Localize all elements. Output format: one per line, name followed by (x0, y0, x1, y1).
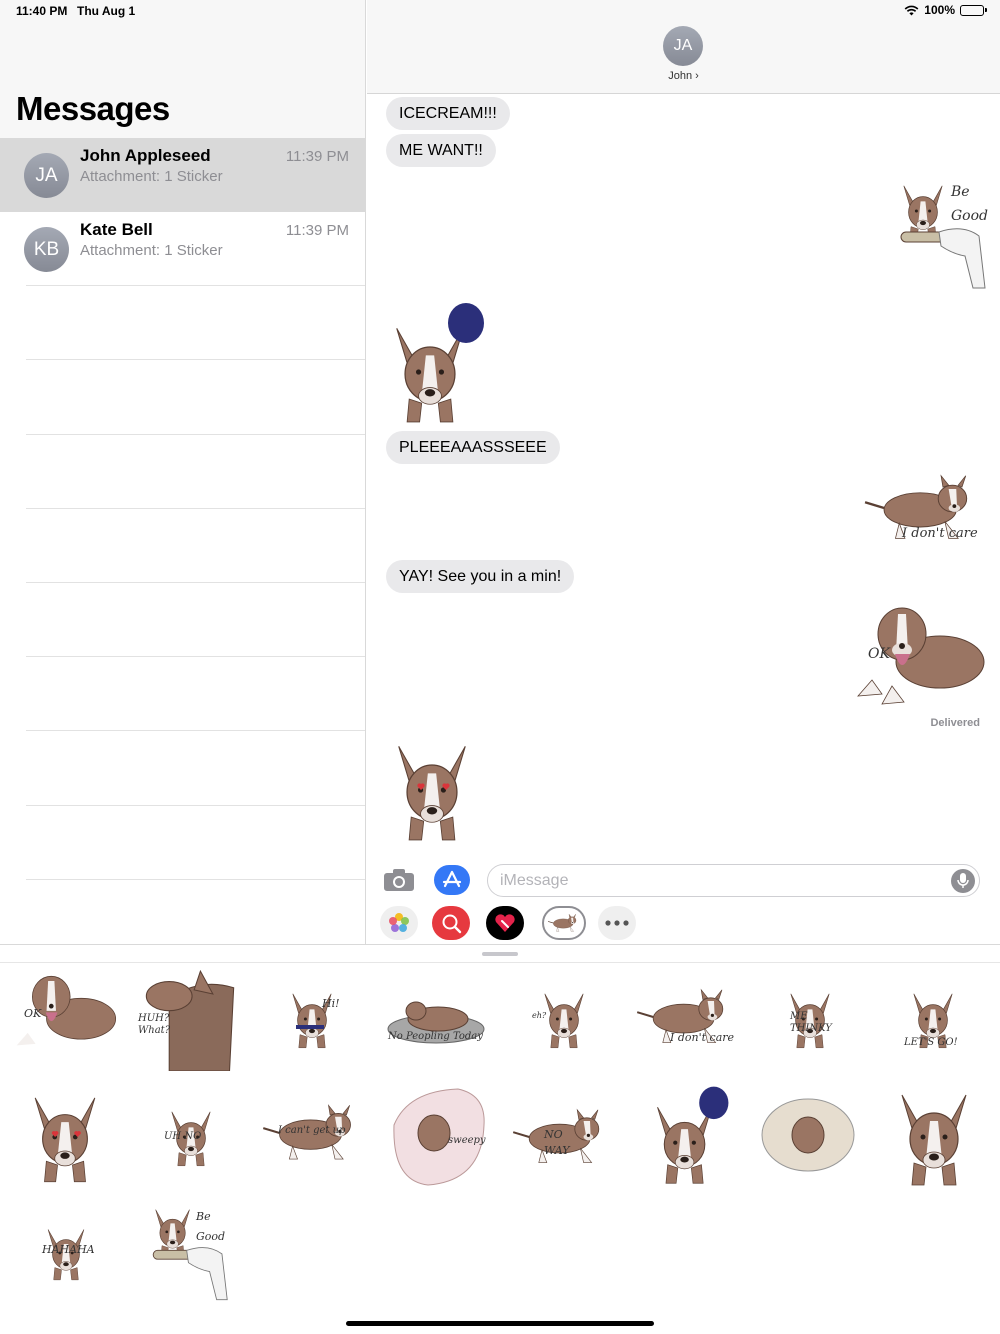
sticker-be-good[interactable]: Be Good (146, 1201, 230, 1305)
sticker-lets-go[interactable]: LET'S GO! (898, 967, 968, 1071)
sticker-caption: NO WAY (544, 1128, 570, 1157)
sticker-peeking[interactable] (884, 1085, 984, 1189)
conversation-preview: Attachment: 1 Sticker (80, 168, 223, 185)
list-divider (26, 730, 365, 731)
sticker-caption: HAHAHA (42, 1243, 95, 1256)
message-bubble[interactable]: ICECREAM!!! (386, 97, 510, 130)
list-divider (26, 805, 365, 806)
wifi-icon (904, 5, 919, 15)
dog-sticker-app-button[interactable] (542, 906, 586, 940)
list-divider (26, 285, 365, 286)
delivered-status: Delivered (930, 717, 980, 729)
sticker-eh[interactable]: eh? (528, 967, 600, 1071)
contact-avatar[interactable]: JA (663, 26, 703, 66)
message-bubble[interactable]: PLEEEAAASSSEEE (386, 431, 560, 464)
sticker-caption: OK (24, 1007, 42, 1020)
sticker-caption: I can't get up (278, 1125, 346, 1136)
sticker-me-thinky[interactable]: ME THINKY (766, 967, 854, 1071)
microphone-icon (957, 873, 969, 888)
dog-head-hat-sticker[interactable] (378, 301, 488, 429)
camera-button[interactable] (382, 866, 416, 894)
image-search-icon (442, 914, 462, 934)
dictation-button[interactable] (951, 869, 975, 893)
sticker-sweepy[interactable]: sweepy (388, 1085, 488, 1189)
sticker-caption: OK (868, 646, 890, 662)
list-divider (26, 508, 365, 509)
drawer-divider (0, 962, 1000, 963)
dog-bone-sticker[interactable]: Be Good (893, 176, 988, 294)
list-divider (26, 434, 365, 435)
conversation-list-panel: Messages JA John Appleseed Attachment: 1… (0, 0, 366, 944)
conversation-row-kate[interactable]: KB Kate Bell Attachment: 1 Sticker 11:39… (0, 212, 365, 286)
avatar: KB (24, 227, 69, 272)
sticker-caption: sweepy (448, 1135, 486, 1146)
conversation-time: 11:39 PM (285, 222, 349, 239)
dog-lying-sticker[interactable]: I don't care (858, 470, 988, 546)
message-bubble[interactable]: ME WANT!! (386, 134, 496, 167)
sticker-i-cant-get-up[interactable]: I can't get up (260, 1093, 366, 1173)
sticker-i-dont-care[interactable]: I don't care (632, 985, 740, 1049)
sticker-hi[interactable]: Hi! (282, 967, 342, 1071)
status-time: 11:40 PM (16, 4, 68, 18)
conversation-name: John Appleseed (80, 146, 211, 165)
camera-icon (384, 869, 414, 891)
page-title: Messages (16, 90, 170, 127)
status-indicators: 100% (904, 3, 987, 17)
sticker-caption: I don't care (670, 1031, 735, 1044)
sticker-caption: Be (951, 184, 970, 200)
sticker-drawer: OK HUH? What? Hi! No Peopling Today eh? … (0, 944, 1000, 1334)
sticker-blanket[interactable] (758, 1093, 858, 1175)
more-apps-button[interactable] (598, 906, 636, 940)
app-store-icon (434, 865, 470, 895)
sticker-uh-no[interactable]: UH NO (160, 1085, 222, 1189)
sticker-hahaha[interactable]: HAHAHA (38, 1201, 95, 1305)
dog-sticker-app-icon (547, 913, 577, 932)
sticker-caption: Good (951, 208, 989, 224)
home-indicator[interactable] (346, 1321, 654, 1326)
drawer-grabber[interactable] (482, 952, 518, 956)
sticker-no-way[interactable]: NO WAY (510, 1099, 614, 1175)
message-input-container (487, 864, 980, 897)
conversation-time: 11:39 PM (285, 148, 349, 165)
sticker-huh-what[interactable]: HUH? What? (138, 967, 242, 1071)
contact-name-link[interactable]: John › (367, 70, 1000, 82)
photos-icon (389, 913, 409, 932)
image-search-app-button[interactable] (432, 906, 470, 940)
sticker-caption: HUH? What? (138, 1013, 171, 1036)
sticker-caption: ME THINKY (790, 1011, 832, 1034)
sticker-caption: No Peopling Today (388, 1031, 483, 1042)
battery-percent: 100% (924, 3, 955, 17)
conversation-name: Kate Bell (80, 220, 153, 239)
photos-app-button[interactable] (380, 906, 418, 940)
list-divider (26, 359, 365, 360)
digital-touch-app-button[interactable] (486, 906, 524, 940)
sticker-no-peopling-today[interactable]: No Peopling Today (386, 985, 486, 1049)
sticker-caption: Hi! (322, 997, 340, 1010)
sticker-dog-head-hat[interactable] (642, 1085, 732, 1189)
sticker-ok[interactable]: OK (12, 969, 118, 1059)
message-input[interactable] (500, 865, 940, 896)
dog-ok-sticker[interactable]: OK (852, 600, 987, 712)
sticker-caption: Be Good (196, 1210, 226, 1243)
sticker-hearts[interactable] (18, 1085, 112, 1189)
list-divider (26, 879, 365, 880)
status-bar: 11:40 PM Thu Aug 1 100% (0, 0, 1000, 22)
sticker-caption: eh? (532, 1011, 547, 1020)
sticker-caption: UH NO (164, 1131, 202, 1142)
avatar: JA (24, 153, 69, 198)
battery-icon (960, 4, 987, 16)
status-date: Thu Aug 1 (77, 4, 136, 18)
sticker-caption: I don't care (902, 526, 978, 541)
message-bubble[interactable]: YAY! See you in a min! (386, 560, 575, 593)
app-store-button[interactable] (434, 865, 470, 895)
list-divider (26, 582, 365, 583)
more-icon (605, 920, 629, 926)
dog-hearts-sticker[interactable] (380, 732, 484, 848)
digital-touch-icon (495, 914, 515, 932)
conversation-row-john[interactable]: JA John Appleseed Attachment: 1 Sticker … (0, 138, 365, 212)
sticker-caption: LET'S GO! (904, 1037, 958, 1048)
list-divider (26, 656, 365, 657)
conversation-preview: Attachment: 1 Sticker (80, 242, 223, 259)
